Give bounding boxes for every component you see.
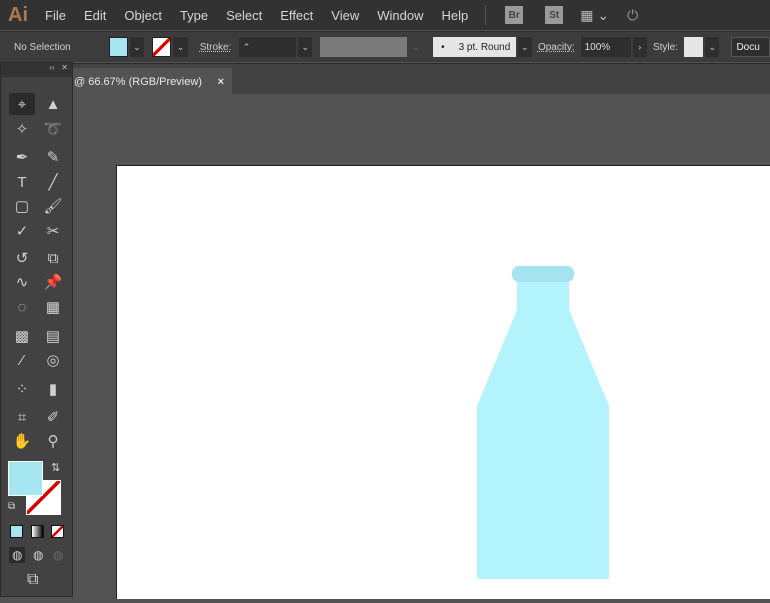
opacity-field[interactable]: 100% <box>580 37 631 57</box>
document-tab-title: @ 66.67% (RGB/Preview) <box>74 75 202 88</box>
style-dropdown[interactable]: ⌄ <box>705 37 720 57</box>
scissors-tool-icon[interactable]: ✂ <box>40 220 66 242</box>
artboard-tool-icon[interactable]: ⌗ <box>9 406 35 428</box>
menu-type[interactable]: Type <box>171 8 217 23</box>
shape-builder-tool-icon[interactable]: ◌ <box>9 296 35 318</box>
style-label: Style: <box>652 41 678 53</box>
menu-bar: Ai File Edit Object Type Select Effect V… <box>0 0 770 30</box>
gradient-tool-icon[interactable]: ▤ <box>40 325 66 347</box>
rectangle-tool-icon[interactable]: ▢ <box>9 195 35 217</box>
brush-label: 3 pt. Round <box>458 41 511 53</box>
close-tab-icon[interactable]: × <box>218 76 224 88</box>
fill-dropdown[interactable]: ⌄ <box>129 37 145 57</box>
warp-tool-icon[interactable]: ∿ <box>9 271 35 293</box>
document-setup-button[interactable]: Docu <box>731 37 770 57</box>
rotate-tool-icon[interactable]: ↺ <box>9 247 35 269</box>
curvature-tool-icon[interactable]: ✎ <box>40 146 66 168</box>
control-bar: No Selection ⌄ ⌄ Stroke: ⌃ ⌄ ⌄ • 3 pt. Ro… <box>0 31 770 62</box>
paintbrush-tool-icon[interactable]: 🖌 <box>40 195 66 217</box>
menu-select[interactable]: Select <box>217 8 271 23</box>
color-mode-button[interactable] <box>10 525 23 538</box>
puppet-warp-tool-icon[interactable]: 📌 <box>40 271 66 293</box>
gradient-mode-button[interactable] <box>31 525 44 538</box>
document-tab[interactable]: @ 66.67% (RGB/Preview) × <box>72 68 232 95</box>
direct-selection-tool-icon[interactable]: ▲ <box>40 93 66 115</box>
opacity-label[interactable]: Opacity: <box>538 42 575 53</box>
draw-normal-icon[interactable]: ◍ <box>9 547 26 563</box>
stock-button[interactable]: St <box>545 6 564 24</box>
fill-color-box[interactable] <box>8 461 43 496</box>
magic-wand-tool-icon[interactable]: ✧ <box>9 118 35 140</box>
gpu-performance-icon[interactable]: ⏻ <box>627 7 638 24</box>
bottle-artwork[interactable] <box>117 166 770 600</box>
menu-file[interactable]: File <box>36 8 75 23</box>
lasso-tool-icon[interactable]: ➰ <box>40 118 66 140</box>
none-mode-button[interactable] <box>51 525 64 538</box>
zoom-tool-icon[interactable]: ⚲ <box>40 430 66 452</box>
style-swatch[interactable] <box>683 37 704 57</box>
tools-panel: ‹‹ ✕ ⌖ ▲ ✧ ➰ ✒ ✎ T ╱ ▢ 🖌 ✓ ✂ ↺ ⧉ ∿ 📌 ◌ ▦ ▩ ▤ ⁄ ◎ ⁘ ▮ ⌗ ✐ ✋ ⚲ ⇅ ⧉ ◍ … <box>0 62 73 597</box>
workspace-layout-icon[interactable]: ▦ ⌄ <box>580 7 609 24</box>
column-graph-tool-icon[interactable]: ▮ <box>40 378 66 400</box>
artboard[interactable] <box>116 165 770 599</box>
default-colors-icon[interactable]: ⧉ <box>8 501 15 512</box>
bottle-cap[interactable] <box>512 266 574 282</box>
selection-tool-icon[interactable]: ⌖ <box>9 93 35 115</box>
document-tab-bar: @ 66.67% (RGB/Preview) × <box>0 63 770 95</box>
perspective-grid-tool-icon[interactable]: ▦ <box>40 296 66 318</box>
opacity-arrow[interactable]: › <box>632 37 647 57</box>
bridge-button[interactable]: Br <box>505 6 524 24</box>
draw-behind-icon[interactable]: ◍ <box>33 548 43 562</box>
tools-panel-header[interactable]: ‹‹ ✕ <box>1 63 72 77</box>
blend-tool-icon[interactable]: ◎ <box>40 349 66 371</box>
stroke-weight-stepper[interactable]: ⌃ <box>239 37 254 57</box>
variable-width-profile[interactable] <box>320 37 407 57</box>
app-logo: Ai <box>8 3 28 26</box>
scale-tool-icon[interactable]: ⧉ <box>40 247 66 269</box>
hand-tool-icon[interactable]: ✋ <box>9 430 35 452</box>
bottle-body[interactable] <box>477 282 609 579</box>
mesh-tool-icon[interactable]: ▩ <box>9 325 35 347</box>
stroke-label[interactable]: Stroke: <box>200 42 232 53</box>
line-tool-icon[interactable]: ╱ <box>40 171 66 193</box>
draw-inside-icon[interactable]: ◍ <box>53 548 63 562</box>
divider <box>485 5 487 25</box>
brush-definition[interactable]: • 3 pt. Round <box>433 37 516 57</box>
type-tool-icon[interactable]: T <box>9 171 35 193</box>
screen-mode-icon[interactable]: ⧉ <box>27 571 38 589</box>
stroke-weight-dropdown[interactable]: ⌄ <box>298 37 313 57</box>
profile-dropdown[interactable]: ⌄ <box>408 37 424 57</box>
eyedropper-tool-icon[interactable]: ⁄ <box>9 349 35 371</box>
symbol-sprayer-tool-icon[interactable]: ⁘ <box>9 378 35 400</box>
menu-edit[interactable]: Edit <box>75 8 115 23</box>
stroke-swatch[interactable] <box>152 37 172 57</box>
selection-status: No Selection <box>14 41 71 53</box>
shaper-tool-icon[interactable]: ✓ <box>9 220 35 242</box>
menu-object[interactable]: Object <box>115 8 171 23</box>
slice-tool-icon[interactable]: ✐ <box>40 406 66 428</box>
stroke-weight-field[interactable] <box>253 37 297 57</box>
menu-window[interactable]: Window <box>368 8 432 23</box>
stroke-dropdown[interactable]: ⌄ <box>173 37 188 57</box>
menu-effect[interactable]: Effect <box>271 8 322 23</box>
swap-fill-stroke-icon[interactable]: ⇅ <box>51 461 60 474</box>
fill-swatch[interactable] <box>108 37 128 57</box>
menu-view[interactable]: View <box>322 8 368 23</box>
menu-help[interactable]: Help <box>432 8 477 23</box>
pen-tool-icon[interactable]: ✒ <box>9 146 35 168</box>
brush-dropdown[interactable]: ⌄ <box>517 37 532 57</box>
